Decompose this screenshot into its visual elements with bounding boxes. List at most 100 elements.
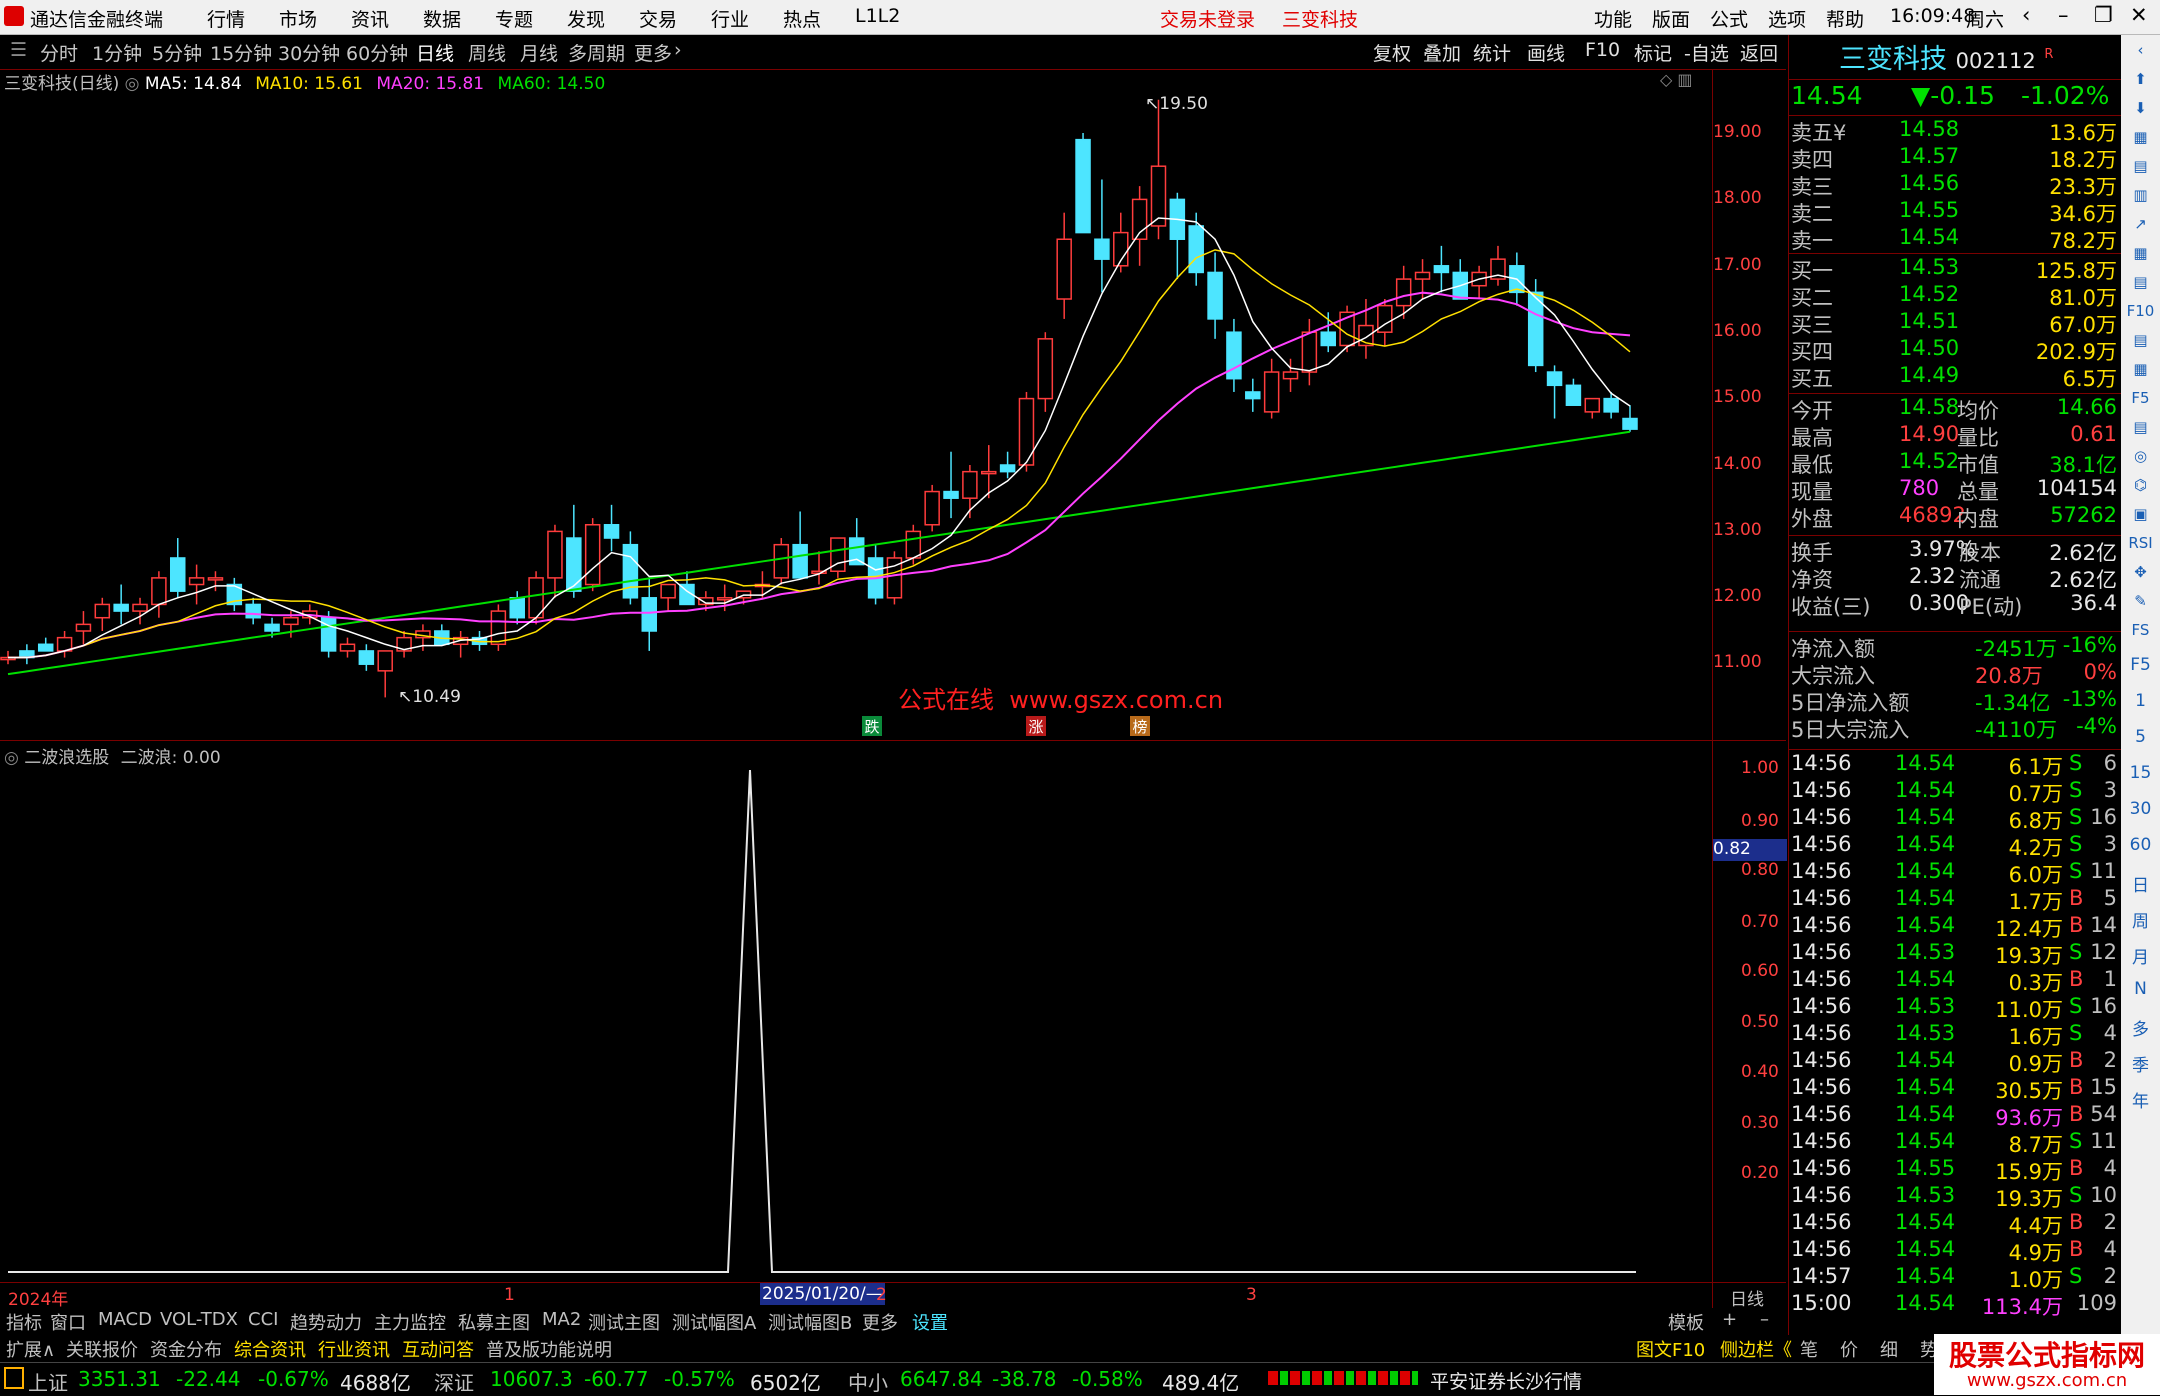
pane-divider[interactable] bbox=[0, 740, 1786, 741]
sidebar-period-button[interactable]: 15 bbox=[2121, 763, 2160, 783]
status-menu-icon[interactable] bbox=[4, 1367, 24, 1389]
fanhui-button[interactable]: 返回 bbox=[1740, 39, 1778, 66]
tf-more-chevron-icon[interactable]: › bbox=[674, 39, 682, 61]
tf-60min[interactable]: 60分钟 bbox=[346, 39, 408, 66]
tab-zhibiao[interactable]: 指标 bbox=[6, 1309, 42, 1335]
tongji-button[interactable]: 统计 bbox=[1473, 39, 1511, 66]
restore-icon[interactable]: ❐ bbox=[2094, 3, 2113, 27]
tf-30min[interactable]: 30分钟 bbox=[278, 39, 340, 66]
tab-zonghe[interactable]: 综合资讯 bbox=[234, 1336, 306, 1362]
event-mark-bang[interactable]: 榜 bbox=[1130, 716, 1150, 736]
menu-redian[interactable]: 热点 bbox=[783, 5, 821, 32]
tab-puji[interactable]: 普及版功能说明 bbox=[486, 1336, 612, 1362]
menu-bangzhu[interactable]: 帮助 bbox=[1826, 5, 1864, 32]
tab-qushi[interactable]: 趋势动力 bbox=[290, 1309, 362, 1335]
sidebar-tool-icon[interactable]: ▣ bbox=[2121, 505, 2160, 523]
tab-hudong[interactable]: 互动问答 bbox=[402, 1336, 474, 1362]
sidebar-tool-icon[interactable]: ✥ bbox=[2121, 563, 2160, 581]
tab-tuwen-f10[interactable]: 图文F10 bbox=[1636, 1336, 1705, 1362]
event-mark-die[interactable]: 跌 bbox=[862, 716, 882, 736]
menu-gongneng[interactable]: 功能 bbox=[1594, 5, 1632, 32]
sidebar-tool-icon[interactable]: ▤ bbox=[2121, 331, 2160, 349]
tf-daily[interactable]: 日线 bbox=[416, 39, 454, 66]
tf-1min[interactable]: 1分钟 bbox=[92, 39, 142, 66]
huaxian-button[interactable]: 画线 bbox=[1527, 39, 1565, 66]
sidebar-tool-icon[interactable]: ⬇ bbox=[2121, 99, 2160, 117]
tab-kuozhan[interactable]: 扩展∧ bbox=[6, 1336, 55, 1362]
tf-15min[interactable]: 15分钟 bbox=[210, 39, 272, 66]
sidebar-tool-icon[interactable]: ▤ bbox=[2121, 418, 2160, 436]
tab-gengduo[interactable]: 更多 bbox=[862, 1309, 898, 1335]
sidebar-tool-icon[interactable]: ⌬ bbox=[2121, 476, 2160, 494]
tab-hangye-zixun[interactable]: 行业资讯 bbox=[318, 1336, 390, 1362]
tick-list[interactable]: 14:56 14.54 6.1万 S 6 14:56 14.54 0.7万 S 3 14:56 14.… bbox=[1789, 749, 2121, 1319]
tab-chuangkou[interactable]: 窗口 bbox=[50, 1309, 86, 1335]
sidebar-period-button[interactable]: 30 bbox=[2121, 799, 2160, 819]
tab-bi[interactable]: 笔 bbox=[1800, 1336, 1818, 1362]
sidebar-period-button[interactable]: 多 bbox=[2121, 1015, 2160, 1040]
tab-xi[interactable]: 细 bbox=[1880, 1336, 1898, 1362]
menu-hangqing[interactable]: 行情 bbox=[207, 5, 245, 32]
menu-hangye[interactable]: 行业 bbox=[711, 5, 749, 32]
sidebar-period-button[interactable]: 日 bbox=[2121, 871, 2160, 896]
sidebar-tool-icon[interactable]: ↗ bbox=[2121, 215, 2160, 233]
sidebar-period-button[interactable]: 周 bbox=[2121, 907, 2160, 932]
zoom-out-icon[interactable]: – bbox=[1760, 1309, 1769, 1330]
tab-cci[interactable]: CCI bbox=[248, 1309, 278, 1330]
sidebar-tool-icon[interactable]: FS bbox=[2121, 621, 2160, 639]
sidebar-period-button[interactable]: 季 bbox=[2121, 1051, 2160, 1076]
menu-banmian[interactable]: 版面 bbox=[1652, 5, 1690, 32]
sidebar-tool-icon[interactable]: F10 bbox=[2121, 302, 2160, 320]
menu-zhuanti[interactable]: 专题 bbox=[495, 5, 533, 32]
menu-shichang[interactable]: 市场 bbox=[279, 5, 317, 32]
sidebar-tool-icon[interactable]: ✎ bbox=[2121, 592, 2160, 610]
f10-button[interactable]: F10 bbox=[1585, 39, 1620, 61]
sidebar-tool-icon[interactable]: ◎ bbox=[2121, 447, 2160, 465]
sidebar-period-button[interactable]: 年 bbox=[2121, 1087, 2160, 1112]
tab-ceshi-futu-a[interactable]: 测试幅图A bbox=[672, 1309, 756, 1335]
tab-macd[interactable]: MACD bbox=[98, 1309, 152, 1330]
tf-5min[interactable]: 5分钟 bbox=[152, 39, 202, 66]
tab-shezhi[interactable]: 设置 bbox=[912, 1309, 948, 1335]
sh-label[interactable]: 上证 bbox=[28, 1367, 68, 1396]
sidebar-period-button[interactable]: 5 bbox=[2121, 727, 2160, 747]
menu-jiaoyi[interactable]: 交易 bbox=[639, 5, 677, 32]
biaoji-button[interactable]: 标记 bbox=[1634, 39, 1672, 66]
menu-xuanxiang[interactable]: 选项 bbox=[1768, 5, 1806, 32]
minimize-icon[interactable]: – bbox=[2058, 3, 2069, 27]
sidebar-tool-icon[interactable]: ▤ bbox=[2121, 157, 2160, 175]
tf-multi[interactable]: 多周期 bbox=[568, 39, 625, 66]
tab-ceshi-zhutu[interactable]: 测试主图 bbox=[588, 1309, 660, 1335]
tab-vol-tdx[interactable]: VOL-TDX bbox=[160, 1309, 238, 1330]
sidebar-period-button[interactable]: 月 bbox=[2121, 943, 2160, 968]
tab-ceshi-futu-b[interactable]: 测试幅图B bbox=[768, 1309, 852, 1335]
tab-jia[interactable]: 价 bbox=[1840, 1336, 1858, 1362]
sidebar-period-button[interactable]: 1 bbox=[2121, 691, 2160, 711]
settings-small-icon[interactable]: ☰ bbox=[10, 39, 27, 61]
tf-more[interactable]: 更多 bbox=[634, 39, 672, 66]
tab-zijin[interactable]: 资金分布 bbox=[150, 1336, 222, 1362]
tf-monthly[interactable]: 月线 bbox=[520, 39, 558, 66]
menu-gongshi[interactable]: 公式 bbox=[1710, 5, 1748, 32]
event-mark-zhang[interactable]: 涨 bbox=[1026, 716, 1046, 736]
menu-shuju[interactable]: 数据 bbox=[423, 5, 461, 32]
close-icon[interactable]: ✕ bbox=[2130, 3, 2148, 27]
login-status[interactable]: 交易未登录 bbox=[1160, 5, 1255, 32]
template-button[interactable]: 模板 bbox=[1668, 1309, 1704, 1335]
candlestick-chart[interactable] bbox=[0, 90, 1712, 740]
sidebar-tool-icon[interactable]: ▦ bbox=[2121, 360, 2160, 378]
sidebar-tool-icon[interactable]: ▤ bbox=[2121, 273, 2160, 291]
menu-l1l2[interactable]: L1L2 bbox=[855, 5, 900, 27]
diejia-button[interactable]: 叠加 bbox=[1423, 39, 1461, 66]
sidebar-period-button[interactable]: F5 bbox=[2121, 655, 2160, 675]
sidebar-tool-icon[interactable]: ▦ bbox=[2121, 244, 2160, 262]
tab-cebianlan[interactable]: 侧边栏《 bbox=[1720, 1336, 1792, 1362]
sidebar-tool-icon[interactable]: F5 bbox=[2121, 389, 2160, 407]
sidebar-period-button[interactable]: N bbox=[2121, 979, 2160, 999]
sidebar-tool-icon[interactable]: ⬆ bbox=[2121, 70, 2160, 88]
menu-zixun[interactable]: 资讯 bbox=[351, 5, 389, 32]
tab-simu[interactable]: 私募主图 bbox=[458, 1309, 530, 1335]
tab-guanlian[interactable]: 关联报价 bbox=[66, 1336, 138, 1362]
chart-pin-icon[interactable]: ◇ ▥ bbox=[1660, 70, 1693, 89]
sidebar-tool-icon[interactable]: RSI bbox=[2121, 534, 2160, 552]
